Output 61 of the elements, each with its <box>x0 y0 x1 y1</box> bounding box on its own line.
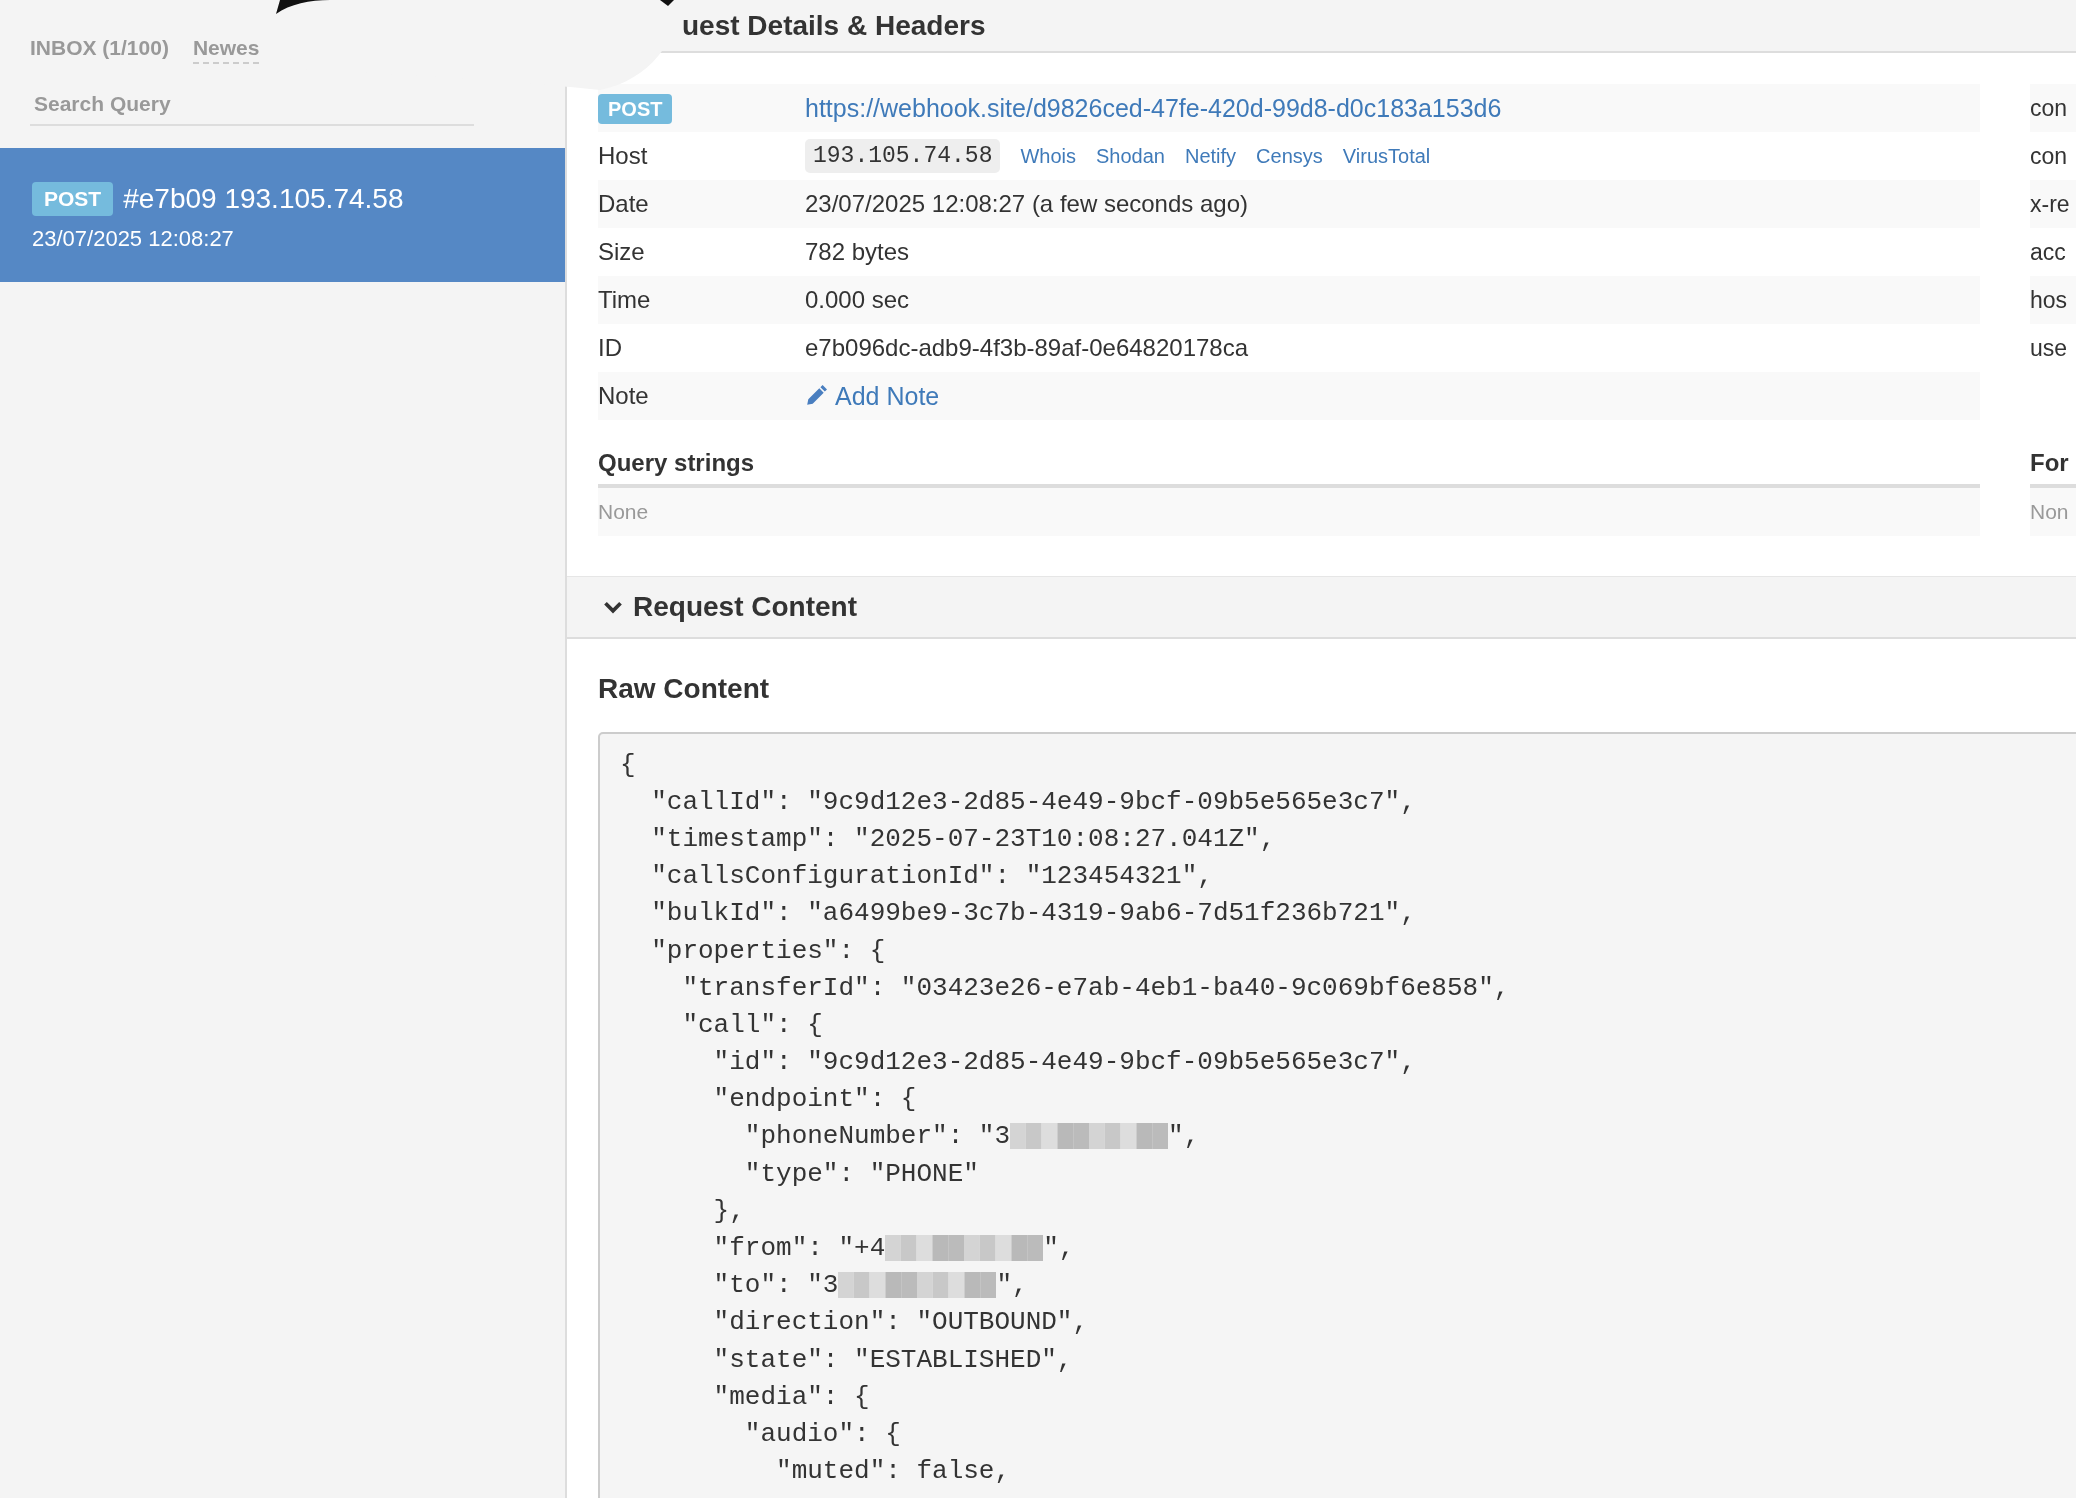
lookup-link[interactable]: Whois <box>1020 144 1076 168</box>
subsection-title: Raw Content <box>598 672 771 706</box>
request-item[interactable]: POST #e7b09 193.105.74.58 23/07/2025 12:08:27 <box>0 148 565 282</box>
row-value: 782 bytes <box>805 238 910 266</box>
inbox-label: INBOX (1/100) <box>30 36 169 60</box>
code-line: "direction": "OUTBOUND", <box>712 1307 1089 1338</box>
add-note-link[interactable]: Add Note <box>805 381 940 411</box>
row-value: 23/07/2025 12:08:27 (a few seconds ago) <box>805 190 1248 218</box>
request-date: 23/07/2025 12:08:27 <box>32 226 235 252</box>
code-line: ", <box>1043 1233 1075 1264</box>
code-line: "id": "9c9d12e3-2d85-4e49-9bcf-09b5e565e3c7", <box>712 1047 1416 1078</box>
row-label: ID <box>598 334 623 362</box>
method-badge: POST <box>32 182 114 216</box>
code-line: "from": "+4 <box>712 1233 886 1264</box>
header-name: con <box>2030 94 2068 122</box>
code-line: "endpoint": { <box>712 1084 917 1115</box>
search-field[interactable]: Search Query <box>30 86 474 126</box>
sort-dropdown[interactable]: Newes <box>192 36 260 64</box>
row-label: Date <box>598 190 650 218</box>
host-ip: 193.105.74.58 <box>805 139 1001 173</box>
code-line: ", <box>996 1270 1028 1301</box>
method-badge: POST <box>598 94 673 124</box>
header-name: acc <box>2030 238 2066 266</box>
code-line: "callsConfigurationId": "123454321", <box>650 861 1213 892</box>
code-line: "to": "3 <box>712 1270 839 1301</box>
code-line: "timestamp": "2025-07-23T10:08:27.041Z", <box>650 823 1276 854</box>
lookup-link[interactable]: Censys <box>1256 144 1323 168</box>
code-line: "phoneNumber": "3 <box>743 1121 1011 1152</box>
collapse-header[interactable]: Request Content <box>567 576 2076 639</box>
code-line: }, <box>712 1195 745 1226</box>
code-line: ", <box>1168 1121 1200 1152</box>
code-line: "transferId": "03423e26-e7ab-4eb1-ba40-9c069bf6e858", <box>681 972 1510 1003</box>
header-name: con <box>2030 142 2068 170</box>
url-link[interactable]: https://webhook.site/d9826ced-47fe-420d-99d8-d0c183a153d6 <box>805 93 1502 123</box>
code-line: { <box>620 749 636 780</box>
header-name: hos <box>2030 286 2068 314</box>
empty-note: None <box>598 500 649 524</box>
request-title: #e7b09 193.105.74.58 <box>123 183 404 215</box>
row-value: 0.000 sec <box>805 286 910 314</box>
empty-note: Non <box>2030 500 2069 524</box>
pencil-icon <box>805 385 827 407</box>
section-title: uest Details & Headers <box>682 9 986 42</box>
code-line: "type": "PHONE" <box>743 1158 979 1189</box>
code-line: "media": { <box>712 1381 870 1412</box>
code-line: "callId": "9c9d12e3-2d85-4e49-9bcf-09b5e565e3c7", <box>650 786 1416 817</box>
lookup-link[interactable]: VirusTotal <box>1342 144 1431 168</box>
row-value: e7b096dc-adb9-4f3b-89af-0e64820178ca <box>805 334 1249 362</box>
lookup-link[interactable]: Shodan <box>1096 144 1165 168</box>
row-label: Note <box>598 382 650 410</box>
code-line: "properties": { <box>650 935 886 966</box>
code-line: "call": { <box>681 1009 823 1040</box>
row-label: Host <box>598 142 649 170</box>
code-line: "state": "ESTABLISHED", <box>712 1344 1073 1375</box>
code-line: "muted": false, <box>775 1456 1011 1487</box>
row-label: Time <box>598 286 652 314</box>
code-line: "audio": { <box>743 1418 901 1449</box>
row-label: Size <box>598 238 646 266</box>
header-name: use <box>2030 334 2068 362</box>
code-line: "bulkId": "a6499be9-3c7b-4319-9ab6-7d51f236b721", <box>650 898 1416 929</box>
lookup-link[interactable]: Netify <box>1185 144 1237 168</box>
header-name: x-re <box>2030 190 2070 218</box>
